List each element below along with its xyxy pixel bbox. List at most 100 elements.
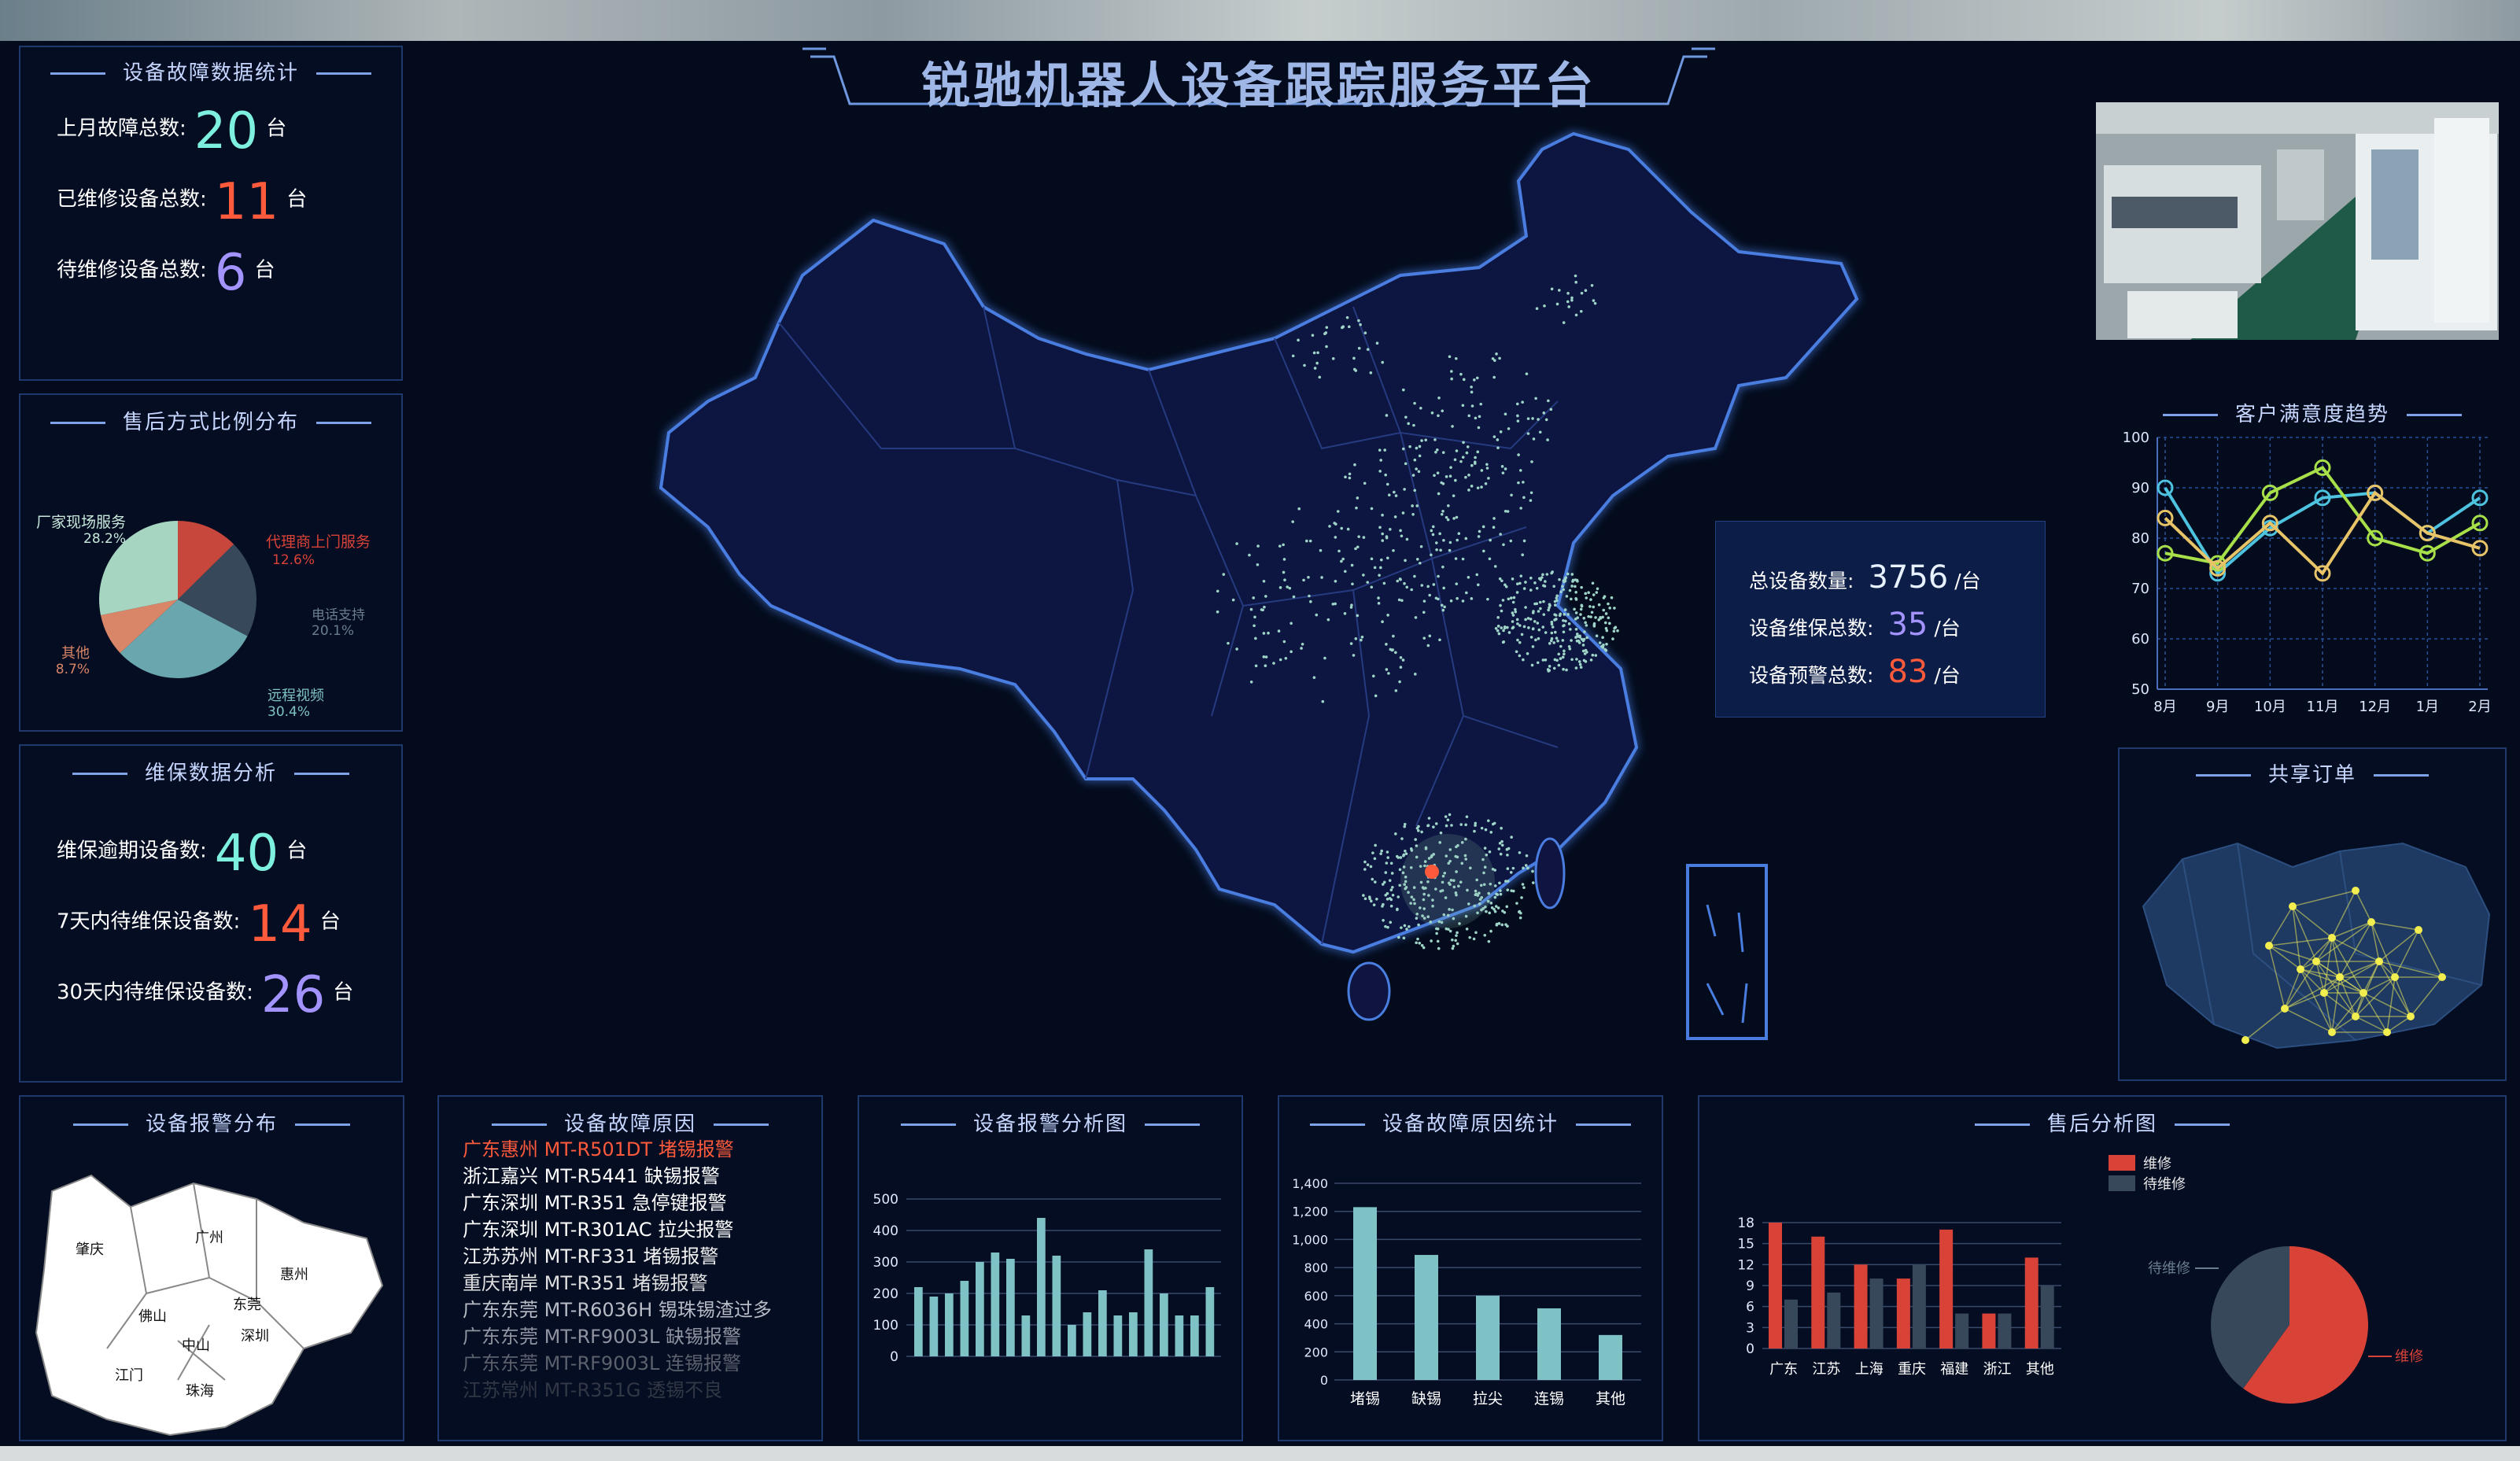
map-dot [1400,599,1404,603]
pie-pct-video: 30.4% [267,704,310,720]
pie-label-repair: 维修 [2395,1348,2423,1365]
list-item[interactable]: 广东惠州 MT-R501DT 堵锡报警 [463,1136,817,1163]
shared-orders-map[interactable] [2120,796,2505,1079]
map-dot [1493,895,1497,899]
map-dot [1601,636,1604,640]
map-dot [1506,888,1510,892]
map-dot [1449,599,1453,603]
map-dot [1589,598,1592,601]
map-dot [1604,649,1608,652]
map-dot [1400,534,1404,538]
bar [1021,1315,1031,1356]
map-dot [1381,905,1384,908]
map-dot [1312,676,1316,680]
list-item[interactable]: 广东东莞 MT-RF9003L 连锡报警 [463,1350,817,1377]
map-dot [1283,578,1286,581]
map-dot [1388,879,1392,882]
map-dot [1595,591,1599,594]
pearl-river-delta-map[interactable]: 肇庆 广州 惠州 佛山 东莞 深圳 中山 江门 珠海 [20,1144,403,1440]
fault-reasons-list[interactable]: 广东惠州 MT-R501DT 堵锡报警 浙江嘉兴 MT-R5441 缺锡报警 广… [463,1136,817,1435]
map-dot [1400,926,1403,929]
map-dot [1496,625,1500,628]
legend-swatch-pending [2109,1175,2135,1191]
map-dot [1495,892,1498,896]
map-dot [1303,363,1306,367]
city-jiangmen: 江门 [115,1367,143,1384]
y-tick-label: 70 [2131,581,2149,597]
map-dot [1378,470,1382,473]
list-item[interactable]: 广东深圳 MT-R301AC 拉尖报警 [463,1216,817,1243]
bar [1037,1218,1046,1356]
map-dot [1480,469,1484,472]
map-dot [1496,906,1500,909]
map-dot [1454,356,1458,360]
bar [1129,1312,1138,1356]
order-node [2297,965,2304,973]
map-dot [1486,597,1489,601]
map-dot [1378,448,1382,452]
map-dot [1483,847,1487,850]
list-item[interactable]: 浙江嘉兴 MT-R5441 缺锡报警 [463,1163,817,1190]
map-dot [1499,430,1503,434]
map-dot [1531,881,1535,884]
map-dot [1543,304,1546,308]
map-dot [1518,640,1522,644]
map-dot [1428,593,1432,597]
map-dot [1562,579,1566,583]
fault-stats-title: 设备故障数据统计 [20,57,401,86]
y-tick-label: 3 [1746,1320,1754,1336]
pie-pct-phone: 20.1% [312,623,354,639]
map-dot [1602,608,1606,612]
map-dot [1598,641,1602,644]
list-item[interactable]: 江苏苏州 MT-RF331 堵锡报警 [463,1243,817,1270]
map-dot [1392,634,1395,638]
list-item[interactable]: 广东东莞 MT-RF9003L 缺锡报警 [463,1323,817,1350]
map-dot [1400,837,1404,840]
map-dot [1437,414,1440,418]
map-dot [1570,597,1573,601]
china-map[interactable] [645,118,1872,1054]
map-dot [1541,625,1545,629]
map-dot [1526,617,1530,620]
map-dot [1489,929,1492,933]
map-dot [1534,638,1537,642]
map-dot [1474,456,1477,459]
map-dot [1475,573,1479,577]
map-dot [1444,515,1448,519]
map-dot [1341,326,1344,330]
map-dot [1461,557,1465,561]
map-dot [1610,596,1614,600]
map-dot [1436,471,1440,475]
map-dot [1348,476,1352,480]
map-dot [1552,585,1556,588]
map-dot [1438,532,1441,536]
fault-stats-panel: 设备故障数据统计 上月故障总数: 20 台 已维修设备总数: 11 台 待维修设备总数:… [19,46,403,381]
stat-pending-repair: 待维修设备总数: 6 台 [57,244,275,302]
map-dot [1375,341,1379,345]
list-item[interactable]: 广东深圳 MT-R351 急停键报警 [463,1190,817,1216]
list-item[interactable]: 江苏常州 MT-R351G 透锡不良 [463,1377,817,1404]
map-dot [1524,581,1527,584]
map-dot [1419,545,1423,548]
map-dot [1227,641,1230,645]
map-dot [1366,581,1370,584]
list-item[interactable]: 广东东莞 MT-R6036H 锡珠锡渣过多 [463,1297,817,1323]
bar [929,1297,939,1356]
list-item[interactable]: 重庆南岸 MT-R351 堵锡报警 [463,1270,817,1297]
map-dot [1354,369,1358,372]
order-node [2281,1005,2289,1013]
map-dot [1522,658,1525,662]
alarm-marker[interactable] [1425,865,1439,879]
map-dot [1278,586,1282,589]
fault-reasons-title: 设备故障原因 [439,1108,821,1137]
map-dot [1254,664,1258,668]
map-dot [1582,637,1586,641]
bar [1068,1325,1076,1356]
map-dot [1573,607,1576,611]
map-dot [1544,418,1548,422]
map-dot [1435,932,1438,935]
map-dot [1579,607,1583,611]
factory-camera-image[interactable] [2096,102,2499,340]
map-dot [1485,909,1488,913]
map-dot [1354,636,1358,640]
